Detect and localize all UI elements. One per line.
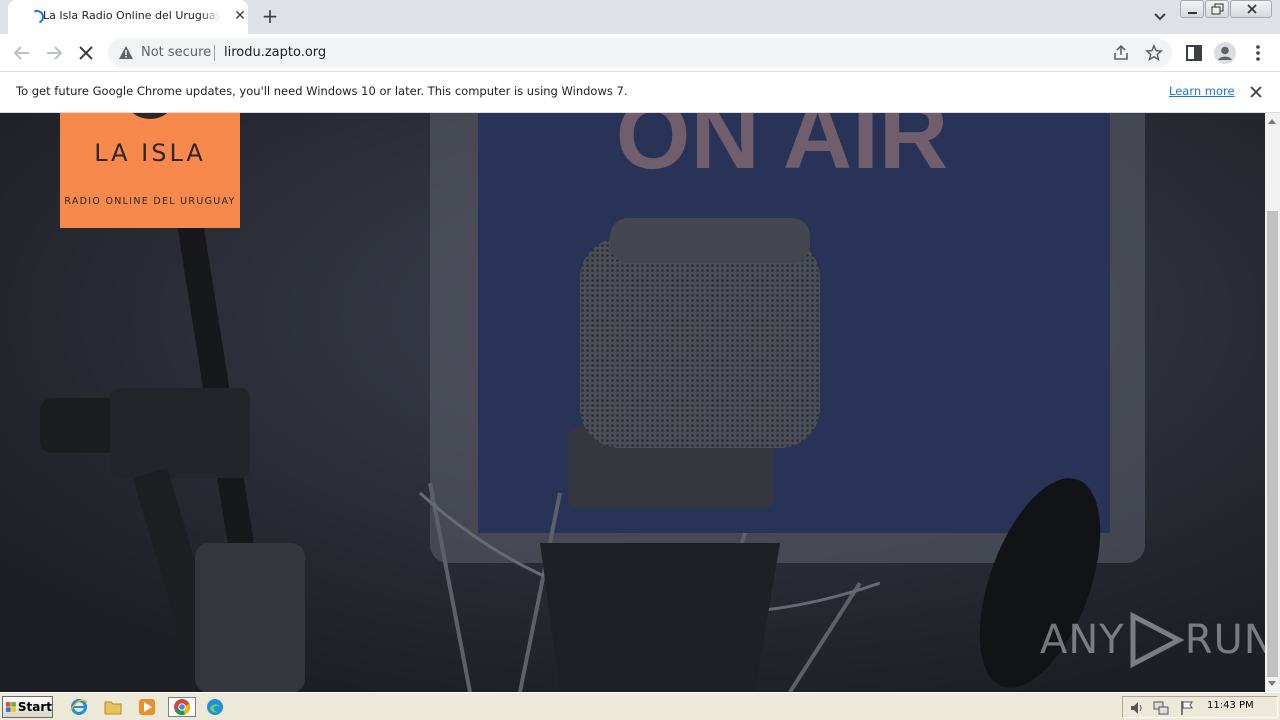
restore-icon [1211, 3, 1224, 15]
arrow-left-icon [13, 46, 29, 60]
play-logo-icon [1130, 611, 1185, 669]
infobar-message: To get future Google Chrome updates, you… [16, 84, 628, 98]
close-icon [1247, 4, 1257, 14]
taskbar-internet-explorer[interactable] [68, 697, 90, 717]
not-secure-label[interactable]: Not secure [141, 45, 211, 60]
watermark-text-right: RUN [1184, 617, 1265, 663]
site-logo[interactable]: LA ISLA RADIO ONLINE DEL URUGUAY [60, 113, 240, 228]
close-icon [1250, 86, 1262, 98]
chrome-icon [174, 699, 191, 716]
tab-strip: La Isla Radio Online del Uruguay - LIR ✕… [0, 0, 1280, 34]
scroll-down-arrow-icon[interactable] [1268, 681, 1276, 686]
chrome-menu-button[interactable] [1246, 41, 1270, 65]
address-bar[interactable]: Not secure lirodu.zapto.org [108, 38, 1172, 68]
close-window-button[interactable] [1230, 0, 1272, 18]
new-tab-button[interactable]: + [258, 5, 282, 29]
logo-emblem [127, 113, 173, 119]
logo-title: LA ISLA [94, 139, 206, 167]
volume-icon[interactable] [1129, 700, 1145, 716]
tab-title: La Isla Radio Online del Uruguay - LIR [43, 9, 221, 22]
taskbar-clock[interactable]: 11:43 PM [1207, 700, 1254, 711]
tab-search-button[interactable] [1150, 8, 1170, 26]
chevron-down-icon [1154, 13, 1166, 21]
network-icon[interactable] [1153, 700, 1169, 716]
on-air-sign: ON AIR [616, 113, 948, 189]
scroll-up-arrow-icon[interactable] [1268, 119, 1276, 124]
restore-button[interactable] [1205, 0, 1229, 18]
taskbar-chrome[interactable] [168, 697, 196, 717]
page-scrollbar[interactable] [1265, 113, 1280, 692]
tab-close-button[interactable]: ✕ [231, 7, 249, 25]
watermark-text-left: ANY [1040, 617, 1125, 663]
logo-subtitle: RADIO ONLINE DEL URUGUAY [64, 196, 236, 207]
stop-x-icon [79, 46, 93, 60]
taskbar-edge[interactable] [204, 697, 226, 717]
taskbar-explorer[interactable] [102, 697, 124, 717]
minimize-icon [1188, 12, 1197, 14]
taskbar-media-player[interactable] [136, 697, 158, 717]
side-panel-button[interactable] [1182, 41, 1206, 65]
scrollbar-thumb[interactable] [1267, 211, 1278, 677]
arrow-right-icon [47, 46, 63, 60]
warning-triangle-icon [119, 46, 133, 59]
page-viewport: ON AIR LA ISLA RADIO ONLINE DEL URUGUAY … [0, 113, 1265, 692]
infobar-close-button[interactable] [1247, 83, 1265, 101]
media-player-icon [139, 699, 155, 715]
internet-explorer-icon [70, 699, 88, 715]
start-button[interactable]: Start [2, 696, 53, 718]
kebab-menu-icon [1256, 45, 1260, 61]
action-center-flag-icon[interactable] [1179, 700, 1195, 716]
update-infobar: To get future Google Chrome updates, you… [0, 72, 1280, 113]
system-tray: 11:43 PM [1122, 696, 1278, 718]
browser-toolbar: Not secure lirodu.zapto.org [0, 34, 1280, 72]
learn-more-link[interactable]: Learn more [1169, 84, 1235, 98]
minimize-button[interactable] [1180, 0, 1204, 18]
omnibox-separator [214, 45, 215, 61]
back-button[interactable] [10, 41, 34, 65]
window-controls [1180, 0, 1272, 20]
forward-button[interactable] [42, 41, 66, 65]
profile-button[interactable] [1213, 41, 1237, 65]
bookmark-star-icon[interactable] [1145, 44, 1163, 62]
folder-icon [104, 701, 122, 715]
share-icon[interactable] [1112, 44, 1130, 62]
profile-avatar-icon [1214, 42, 1236, 64]
start-label: Start [17, 700, 52, 714]
anyrun-watermark: ANY RUN [1040, 610, 1265, 670]
edge-icon [207, 699, 223, 715]
url-text[interactable]: lirodu.zapto.org [224, 45, 326, 60]
side-panel-icon [1186, 45, 1202, 61]
windows-taskbar: Start 11:43 PM [0, 692, 1280, 720]
windows-logo-icon [6, 702, 16, 712]
browser-tab[interactable]: La Isla Radio Online del Uruguay - LIR ✕ [8, 0, 248, 34]
stop-loading-button[interactable] [74, 41, 98, 65]
